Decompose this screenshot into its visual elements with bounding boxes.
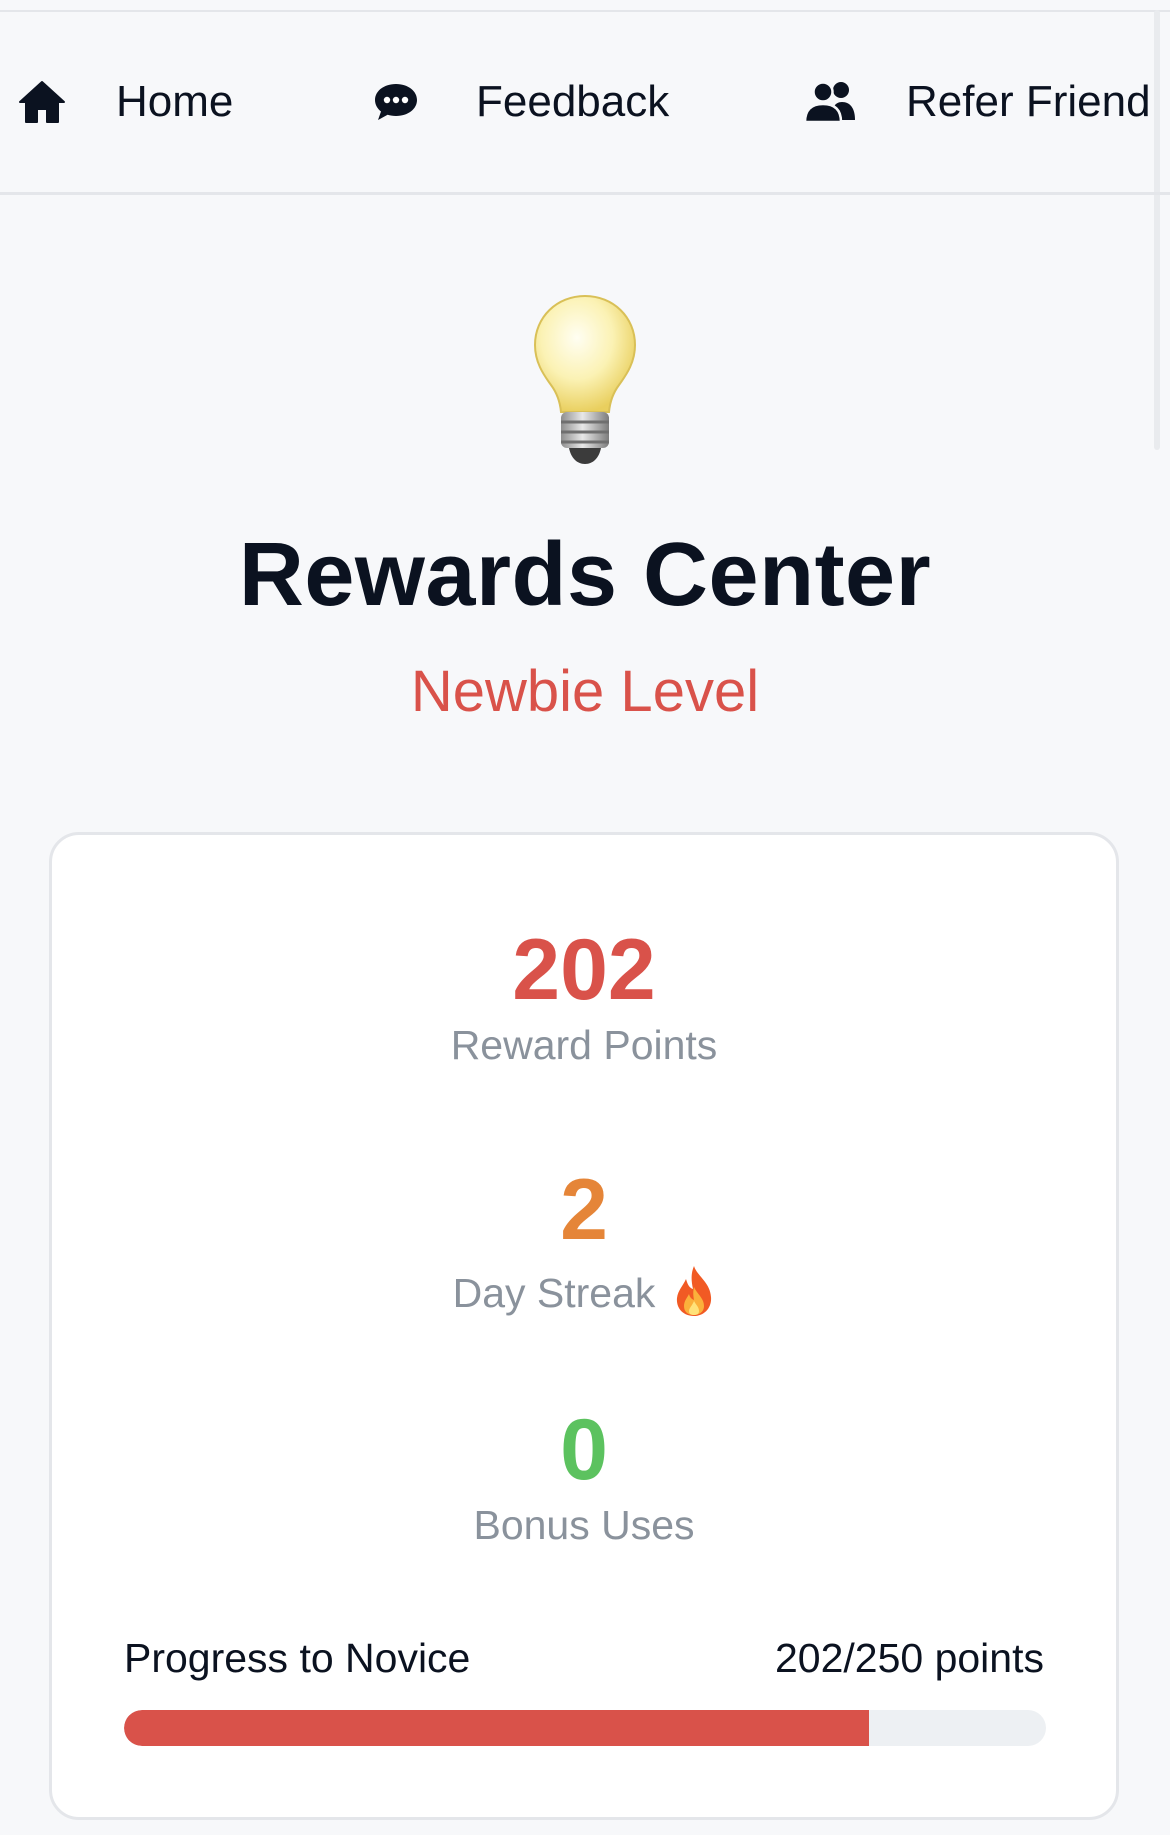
chat-bubble-icon (368, 74, 424, 130)
progress-bar-fill (124, 1710, 869, 1746)
nav-feedback[interactable]: Feedback (368, 12, 669, 192)
day-streak-value: 2 (560, 1162, 608, 1258)
progress-label: Progress to Novice (124, 1635, 471, 1681)
nav-refer-friend[interactable]: Refer Friend (802, 12, 1151, 192)
progress-value: 202/250 points (774, 1635, 1044, 1681)
day-streak-label-row: Day Streak (52, 1265, 1116, 1317)
nav-feedback-label: Feedback (476, 77, 670, 126)
reward-points-label: Reward Points (450, 1022, 718, 1068)
progress-bar (124, 1710, 1046, 1746)
top-navigation: Home Feedback Refer Friend (0, 12, 1170, 195)
rewards-stats-card: 202 Reward Points 2 Day Streak 0 Bonus U… (49, 832, 1119, 1820)
nav-home-label: Home (116, 77, 234, 126)
reward-points-value: 202 (512, 922, 656, 1018)
day-streak-label: Day Streak (452, 1270, 656, 1316)
page-title: Rewards Center (238, 525, 932, 625)
nav-refer-friend-label: Refer Friend (906, 77, 1151, 126)
nav-home[interactable]: Home (14, 12, 233, 192)
users-icon (802, 74, 858, 130)
level-label: Newbie Level (410, 659, 760, 724)
bonus-uses-value: 0 (560, 1402, 608, 1498)
light-bulb-icon (525, 292, 645, 472)
fire-icon (673, 1265, 715, 1317)
bonus-uses-label: Bonus Uses (473, 1502, 695, 1548)
home-icon (14, 74, 70, 130)
